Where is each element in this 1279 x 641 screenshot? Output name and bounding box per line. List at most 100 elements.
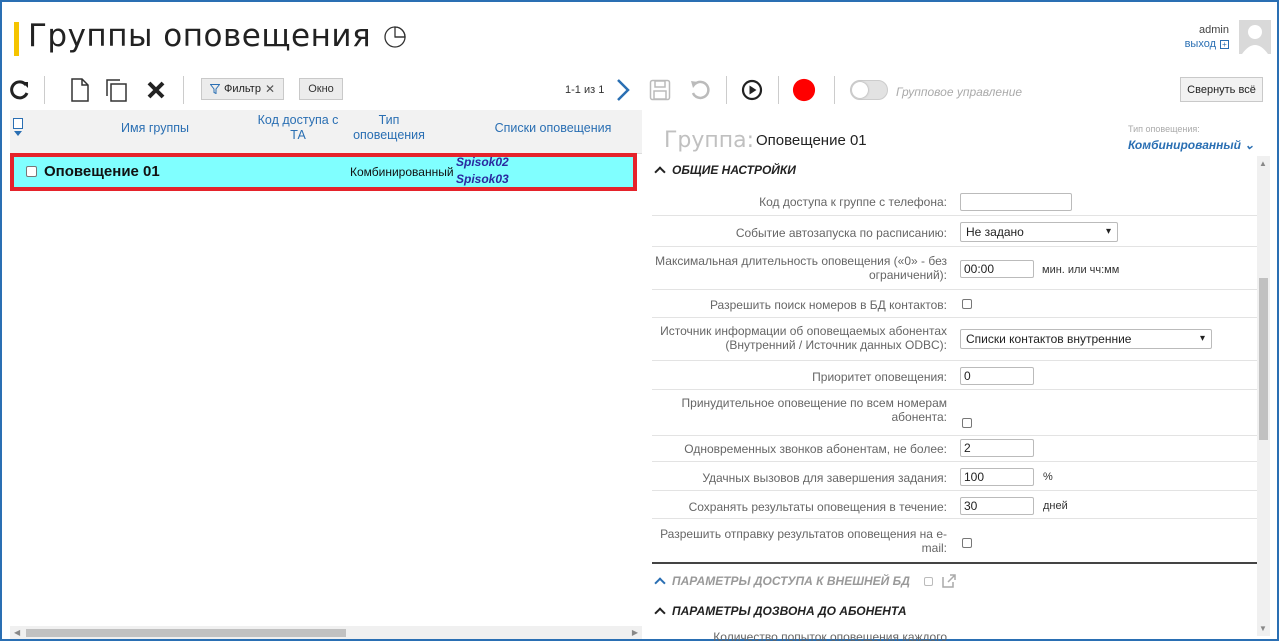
type-value[interactable]: Комбинированный [1128,138,1241,152]
max-duration-label: Максимальная длительность оповещения («0… [655,254,947,282]
section-divider [652,562,1257,564]
chevron-up-icon[interactable] [654,577,666,589]
column-header-name[interactable]: Имя группы [100,121,210,136]
delete-icon[interactable] [144,78,168,102]
group-control-toggle[interactable] [850,80,888,100]
email-checkbox[interactable] [962,538,972,548]
scroll-down-icon[interactable]: ▼ [1259,624,1267,633]
user-silhouette-icon [1239,20,1271,54]
column-header-lists[interactable]: Списки оповещения [478,121,628,136]
keep-results-unit: дней [1043,500,1068,512]
funnel-icon [210,84,220,94]
access-code-input[interactable] [960,193,1072,211]
section-db-label[interactable]: ПАРАМЕТРЫ ДОСТУПА К ВНЕШНЕЙ БД [672,574,910,588]
window-button[interactable]: Окно [299,78,343,100]
chevron-up-icon[interactable] [654,607,666,619]
type-caption: Тип оповещения: [1128,124,1200,134]
page-title: Группы оповещения [28,18,372,54]
form-row: Максимальная длительность оповещения («0… [652,247,1257,290]
user-name: admin [1199,24,1229,36]
toggle-knob [852,82,868,98]
forced-checkbox[interactable] [962,418,972,428]
play-icon[interactable] [740,78,764,102]
select-all-checkbox[interactable] [13,118,23,129]
column-header-access-code[interactable]: Код доступа с ТА [254,113,342,143]
autostart-label: Событие автозапуска по расписанию: [735,226,947,240]
simultaneous-label: Одновременных звонков абонентам, не боле… [684,442,947,456]
keep-results-input[interactable]: 30 [960,497,1034,515]
group-name[interactable]: Оповещение 01 [756,132,867,149]
chevron-down-icon[interactable]: ▾ [1106,223,1111,241]
success-unit: % [1043,471,1053,483]
undo-icon[interactable] [688,78,712,102]
form-row: Разрешить отправку результатов оповещени… [652,519,1257,562]
title-accent-bar [14,22,19,56]
form-row: Принудительное оповещение по всем номера… [652,390,1257,436]
toolbar-divider [778,76,779,104]
scroll-left-icon[interactable]: ◀ [14,628,20,637]
vertical-scrollbar[interactable]: ▲ ▼ [1257,156,1270,636]
success-input[interactable]: 100 [960,468,1034,486]
chevron-down-icon[interactable]: ⌄ [1244,138,1254,152]
form-row: Приоритет оповещения: [652,361,1257,390]
section-dial[interactable]: ПАРАМЕТРЫ ДОЗВОНА ДО АБОНЕНТА [654,604,907,619]
keep-results-label: Сохранять результаты оповещения в течени… [688,500,947,514]
row-list-item[interactable]: Spisok03 [456,172,509,186]
scroll-right-icon[interactable]: ▶ [632,628,638,637]
row-list-item[interactable]: Spisok02 [456,155,509,169]
form-row: Событие автозапуска по расписанию: [652,216,1257,247]
source-select[interactable]: Списки контактов внутренние ▾ [960,329,1212,349]
toolbar-divider [183,76,184,104]
section-general[interactable]: ОБЩИЕ НАСТРОЙКИ [654,163,796,178]
pie-chart-icon[interactable] [382,24,408,50]
db-access-checkbox[interactable] [923,576,933,586]
form-row: Удачных вызовов для завершения задания: [652,462,1257,491]
avatar[interactable] [1239,20,1271,54]
filter-button[interactable]: Фильтр ✕ [201,78,285,100]
row-type: Комбинированный [350,165,454,179]
form-row: Разрешить поиск номеров в БД контактов: [652,290,1257,318]
form-row: Код доступа к группе с телефона: [652,188,1257,216]
section-general-label[interactable]: ОБЩИЕ НАСТРОЙКИ [672,163,796,177]
db-search-checkbox[interactable] [962,299,972,309]
save-icon[interactable] [648,78,672,102]
form-row: Сохранять результаты оповещения в течени… [652,491,1257,519]
row-checkbox[interactable] [26,166,37,177]
source-value[interactable]: Списки контактов внутренние [966,332,1131,346]
column-header-type[interactable]: Тип оповещения [348,113,430,143]
scrollbar-thumb[interactable] [1259,278,1268,440]
logout-icon[interactable]: + [1220,39,1229,49]
type-select[interactable]: Комбинированный ⌄ [1128,138,1254,152]
toolbar-divider [44,76,45,104]
autostart-select[interactable]: Не задано ▾ [960,222,1118,242]
record-icon[interactable] [792,78,816,102]
success-label: Удачных вызовов для завершения задания: [702,471,947,485]
access-code-label: Код доступа к группе с телефона: [759,195,947,209]
section-dial-label[interactable]: ПАРАМЕТРЫ ДОЗВОНА ДО АБОНЕНТА [672,604,907,618]
priority-input[interactable]: 0 [960,367,1034,385]
scroll-up-icon[interactable]: ▲ [1259,159,1267,168]
autostart-value[interactable]: Не задано [966,225,1024,239]
logout-label[interactable]: выход [1185,38,1216,50]
scrollbar-thumb[interactable] [26,629,346,637]
collapse-all-button[interactable]: Свернуть всё [1180,77,1263,102]
new-document-icon[interactable] [68,78,92,102]
next-page-icon[interactable] [615,78,631,105]
filter-clear-icon[interactable]: ✕ [265,82,275,96]
copy-icon[interactable] [104,78,128,102]
sort-arrow-icon[interactable] [14,131,22,136]
simultaneous-input[interactable]: 2 [960,439,1034,457]
external-link-icon[interactable] [941,574,957,588]
horizontal-scrollbar[interactable]: ◀ ▶ [10,626,642,639]
logout-link[interactable]: выход + [1185,38,1229,50]
max-duration-input[interactable]: 00:00 [960,260,1034,278]
group-control-label: Групповое управление [896,85,1023,99]
row-group-name: Оповещение 01 [44,163,160,180]
chevron-up-icon[interactable] [654,166,666,178]
pager-info: 1-1 из 1 [565,84,605,96]
section-db-access[interactable]: ПАРАМЕТРЫ ДОСТУПА К ВНЕШНЕЙ БД [654,574,957,589]
refresh-icon[interactable] [8,78,32,102]
chevron-down-icon[interactable]: ▾ [1200,330,1205,348]
attempts-label: Количество попыток оповещения каждого [713,630,947,641]
form-row: Одновременных звонков абонентам, не боле… [652,436,1257,462]
